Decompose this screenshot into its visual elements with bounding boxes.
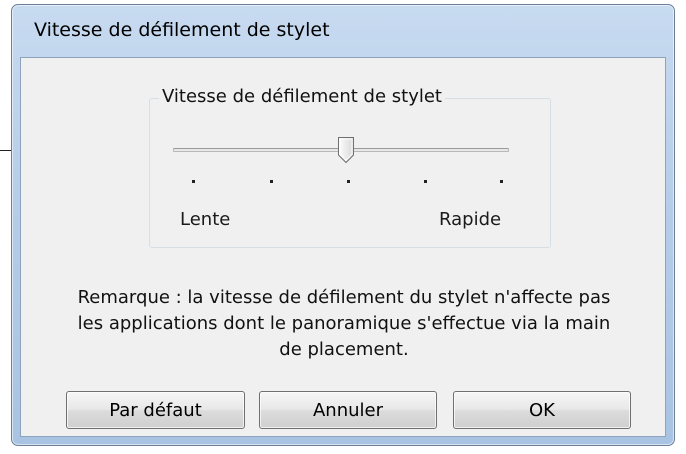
groupbox-label: Vitesse de défilement de stylet	[159, 86, 445, 107]
slider-thumb-icon	[338, 137, 354, 164]
default-button[interactable]: Par défaut	[66, 391, 245, 429]
slider-tick	[270, 180, 273, 183]
slider-tick	[192, 180, 195, 183]
slider-thumb[interactable]	[337, 136, 355, 164]
note-line: les applications dont le panoramique s'e…	[77, 313, 611, 334]
dialog-window: Vitesse de défilement de stylet Vitesse …	[11, 4, 675, 446]
slider-min-label: Lente	[180, 209, 231, 230]
cancel-button[interactable]: Annuler	[259, 391, 437, 429]
note-text: Remarque : la vitesse de défilement du s…	[43, 285, 645, 363]
note-line: Remarque : la vitesse de défilement du s…	[77, 287, 611, 308]
dialog-content: Vitesse de défilement de stylet Lente Ra…	[20, 57, 666, 437]
slider-max-label: Rapide	[439, 209, 502, 230]
slider-tick	[500, 180, 503, 183]
slider-tick	[347, 180, 350, 183]
ok-button[interactable]: OK	[453, 391, 631, 429]
slider-tick	[424, 180, 427, 183]
window-title: Vitesse de défilement de stylet	[34, 19, 330, 41]
note-line: de placement.	[279, 339, 409, 360]
